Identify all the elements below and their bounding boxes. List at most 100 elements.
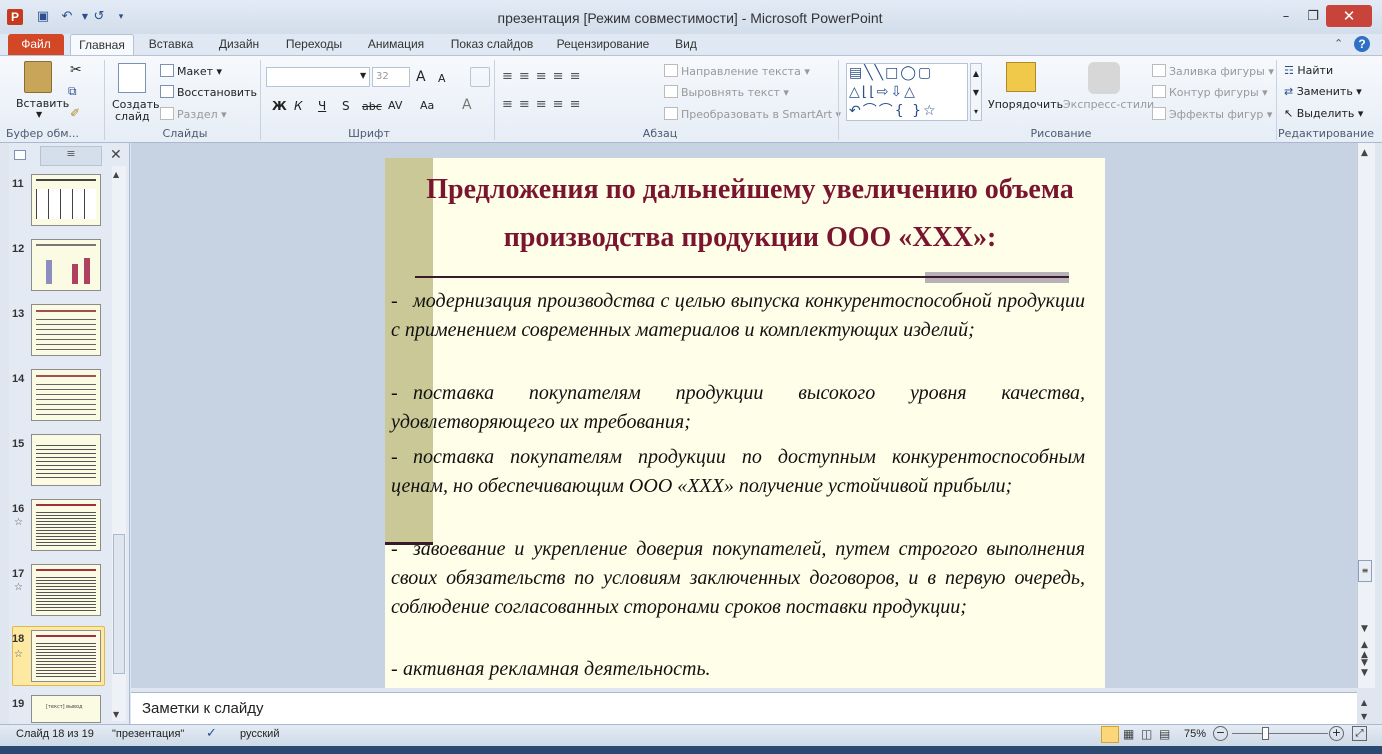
zoom-out-icon[interactable]: −	[1213, 726, 1228, 741]
tab-review[interactable]: Рецензирование	[552, 34, 654, 55]
next-slide-icon[interactable]: ▼ ▼	[1361, 658, 1368, 678]
normal-view-icon[interactable]	[1101, 726, 1119, 743]
restore-button[interactable]: ❐	[1297, 7, 1329, 27]
copy-icon[interactable]: ⧉	[68, 84, 77, 99]
tab-home[interactable]: Главная	[70, 34, 134, 55]
arrange-button[interactable]: Упорядочить	[988, 98, 1063, 111]
bullet-item[interactable]: - поставка покупателям продукции по досту…	[391, 443, 1085, 501]
char-spacing-button[interactable]: AV	[388, 99, 402, 112]
tab-animations[interactable]: Анимация	[360, 34, 432, 55]
format-painter-icon[interactable]: ✐	[70, 106, 80, 120]
slideshow-view-icon[interactable]: ▤	[1159, 727, 1170, 741]
paste-icon[interactable]	[24, 61, 52, 93]
notes-placeholder[interactable]: Заметки к слайду	[142, 700, 264, 717]
tab-design[interactable]: Дизайн	[210, 34, 268, 55]
bullet-item[interactable]: - активная рекламная деятельность.	[391, 655, 1085, 684]
slide-thumbnail-12[interactable]	[31, 239, 101, 291]
layout-button[interactable]: Макет ▾	[160, 64, 222, 78]
align-text-button[interactable]: Выровнять текст ▾	[664, 85, 789, 99]
slide-vertical-scrollbar[interactable]	[1357, 143, 1375, 688]
previous-slide-icon[interactable]: ▲ ▲	[1361, 640, 1368, 660]
shadow-button[interactable]: S	[342, 99, 350, 113]
spell-check-icon[interactable]: ✓	[206, 726, 217, 741]
slide-thumbnail-19[interactable]: [текст] вывод	[31, 695, 101, 723]
slide-thumbnail-18[interactable]	[31, 630, 101, 682]
save-icon[interactable]: ▣	[34, 9, 52, 25]
new-slide-icon[interactable]	[118, 63, 146, 93]
slide-thumbnail-13[interactable]	[31, 304, 101, 356]
zoom-slider-thumb[interactable]	[1262, 727, 1269, 740]
outline-tab-icon[interactable]: ≡	[40, 146, 102, 166]
reset-button[interactable]: Восстановить	[160, 85, 257, 99]
new-slide-label-2[interactable]: слайд	[115, 110, 150, 123]
scroll-up-icon[interactable]: ▲	[113, 170, 119, 179]
quick-styles-button[interactable]: Экспресс-стили	[1063, 98, 1154, 111]
shrink-font-button[interactable]: A	[438, 72, 446, 85]
undo-icon[interactable]: ↶	[58, 9, 76, 25]
bold-button[interactable]: Ж	[272, 99, 287, 113]
tab-insert[interactable]: Вставка	[142, 34, 200, 55]
bullet-item[interactable]: - модернизация производства с целью выпус…	[391, 287, 1085, 345]
select-button[interactable]: ↖ Выделить ▾	[1284, 107, 1363, 120]
find-button[interactable]: ☶ Найти	[1284, 64, 1333, 77]
list-buttons[interactable]: ≡≡≡≡≡	[502, 69, 622, 84]
italic-button[interactable]: К	[294, 99, 303, 113]
smartart-button[interactable]: Преобразовать в SmartArt ▾	[664, 107, 841, 121]
close-panel-icon[interactable]: ✕	[110, 147, 122, 163]
align-buttons[interactable]: ≡≡≡≡≡	[502, 97, 632, 112]
text-direction-button[interactable]: Направление текста ▾	[664, 64, 810, 78]
slide-scroll-thumb[interactable]: ≡	[1358, 560, 1372, 582]
font-name-combo[interactable]	[266, 67, 370, 87]
current-slide[interactable]: Предложения по дальнейшему увеличению об…	[385, 158, 1105, 688]
font-name-dropdown-icon[interactable]: ▼	[360, 71, 366, 80]
arrange-icon[interactable]	[1006, 62, 1036, 92]
shape-outline-button[interactable]: Контур фигуры ▾	[1152, 85, 1268, 99]
scroll-down-icon[interactable]: ▼	[1361, 624, 1368, 634]
strikethrough-button[interactable]: abc	[362, 100, 382, 113]
close-button[interactable]: ✕	[1326, 5, 1372, 27]
section-button[interactable]: Раздел ▾	[160, 107, 227, 121]
zoom-in-icon[interactable]: +	[1329, 726, 1344, 741]
grow-font-button[interactable]: A	[416, 69, 426, 85]
collapse-ribbon-icon[interactable]: ⌃	[1334, 37, 1343, 50]
paste-button[interactable]: Вставить	[16, 97, 69, 110]
scroll-up-icon[interactable]: ▲	[1361, 148, 1368, 158]
tab-slideshow[interactable]: Показ слайдов	[442, 34, 542, 55]
scroll-down-icon[interactable]: ▼	[113, 710, 119, 719]
change-case-button[interactable]: Aa	[420, 99, 434, 112]
slide-thumbnail-17[interactable]	[31, 564, 101, 616]
shapes-gallery-scroll[interactable]: ▲ ▼ ▾	[970, 63, 982, 121]
quick-styles-icon[interactable]	[1088, 62, 1120, 94]
shape-fill-button[interactable]: Заливка фигуры ▾	[1152, 64, 1274, 78]
slide-thumbnail-11[interactable]	[31, 174, 101, 226]
font-color-button[interactable]: A	[462, 97, 472, 113]
shape-effects-button[interactable]: Эффекты фигур ▾	[1152, 107, 1272, 121]
bullet-item[interactable]: - поставка покупателям продукции высокого…	[391, 379, 1085, 437]
scroll-down-icon[interactable]: ▼	[1361, 712, 1367, 721]
help-icon[interactable]: ?	[1354, 36, 1370, 52]
shapes-gallery[interactable]: ▤╲╲□◯▢ △⌊⌊⇨⇩△ ↶⌒⌒{ }☆	[846, 63, 968, 121]
customize-qat-icon[interactable]: ▾	[112, 9, 130, 25]
slides-tab-icon[interactable]	[14, 150, 26, 160]
tab-view[interactable]: Вид	[668, 34, 704, 55]
paste-dropdown-icon[interactable]: ▼	[36, 110, 42, 119]
powerpoint-app-icon[interactable]: P	[7, 9, 23, 25]
zoom-level[interactable]: 75%	[1184, 728, 1206, 740]
tab-transitions[interactable]: Переходы	[280, 34, 348, 55]
slide-thumbnail-16[interactable]	[31, 499, 101, 551]
underline-button[interactable]: Ч	[318, 99, 326, 113]
reading-view-icon[interactable]: ◫	[1141, 727, 1152, 741]
language-indicator[interactable]: русский	[240, 728, 279, 740]
scroll-up-icon[interactable]: ▲	[1361, 698, 1367, 707]
tab-file[interactable]: Файл	[8, 34, 64, 55]
bullet-item[interactable]: - завоевание и укрепление доверия покупат…	[391, 535, 1085, 622]
slide-title[interactable]: Предложения по дальнейшему увеличению об…	[405, 166, 1095, 262]
slide-thumbnail-14[interactable]	[31, 369, 101, 421]
slide-sorter-icon[interactable]: ▦	[1123, 727, 1134, 741]
redo-icon[interactable]: ↺	[90, 9, 108, 25]
clear-formatting-icon[interactable]	[470, 67, 490, 87]
notes-pane[interactable]	[131, 692, 1357, 724]
replace-button[interactable]: ⇄ Заменить ▾	[1284, 85, 1362, 98]
font-size-combo[interactable]: 32	[372, 67, 410, 87]
fit-to-window-icon[interactable]: ⤢	[1352, 726, 1367, 741]
